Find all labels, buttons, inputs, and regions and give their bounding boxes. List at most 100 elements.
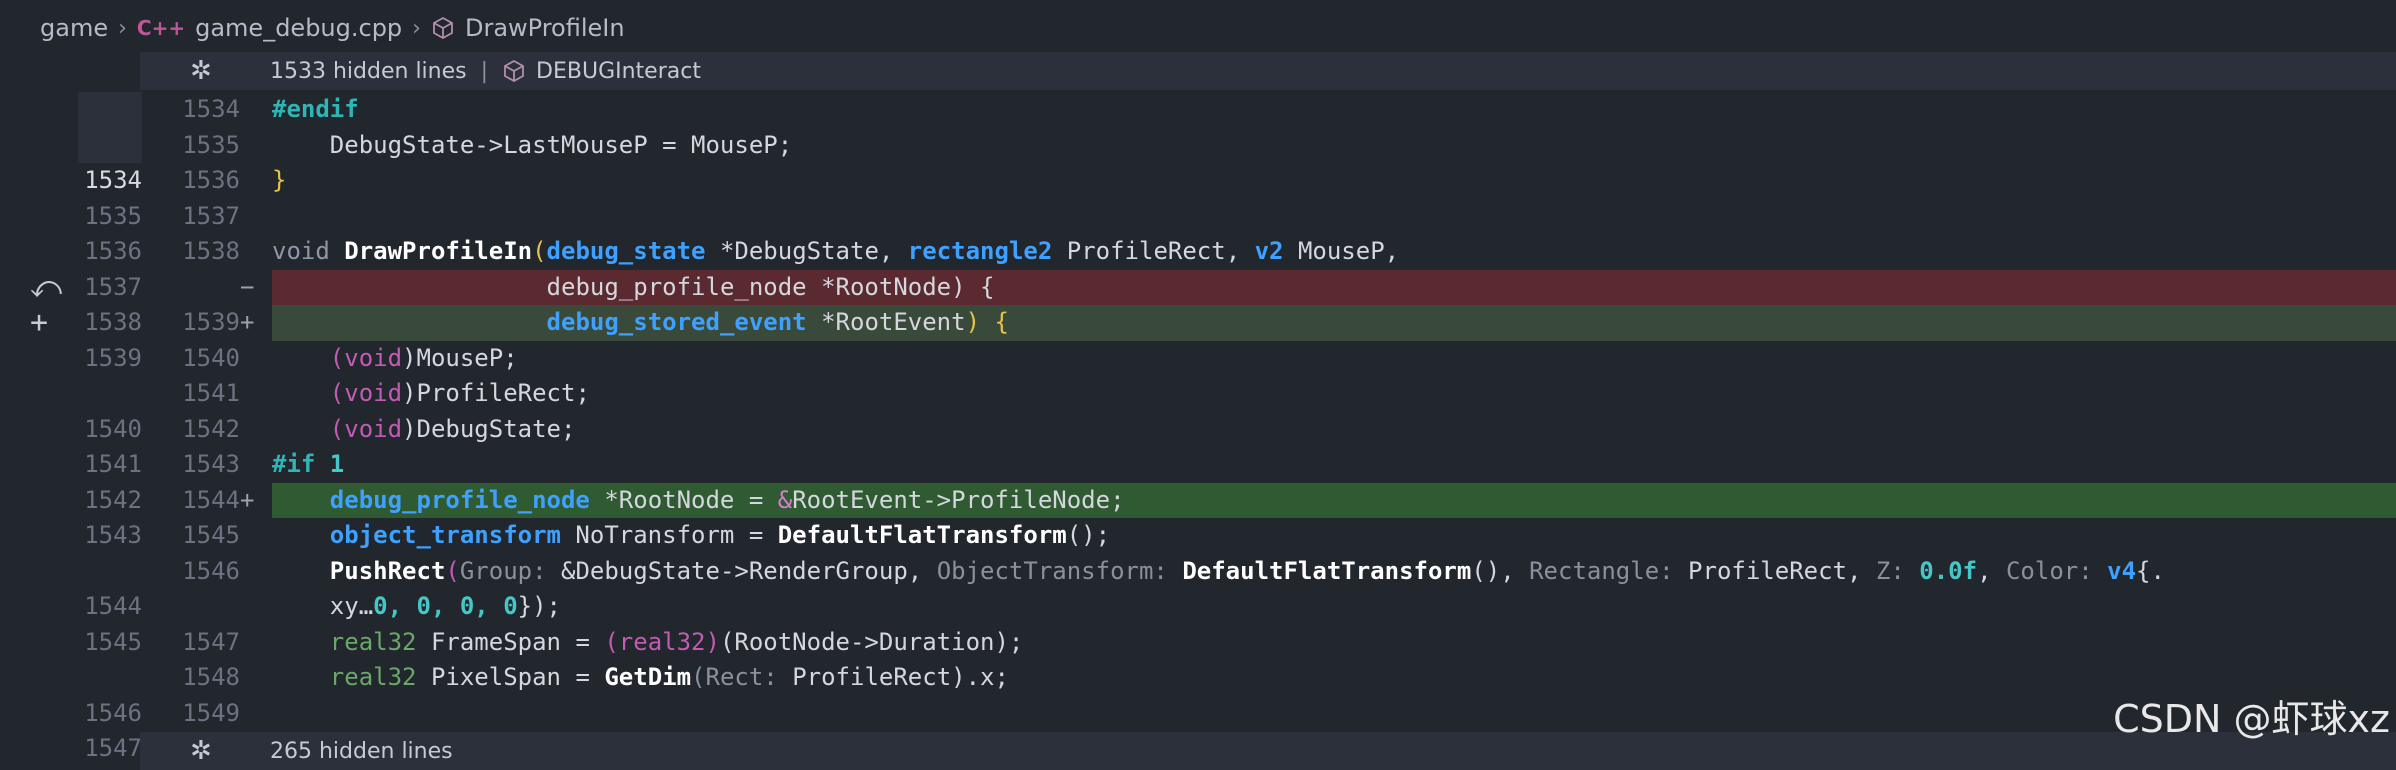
unfold-icon[interactable]: ✲ <box>190 736 212 766</box>
code-token: PushRect <box>329 556 446 585</box>
code-text: #if 1 <box>272 447 344 483</box>
new-line-number: 1549 <box>182 698 240 727</box>
line-background <box>272 589 2396 625</box>
old-line-number: 1535 <box>84 201 142 230</box>
code-line[interactable]: 1539 1540 (void)MouseP; <box>0 341 2396 377</box>
hidden-lines-count: 265 hidden lines <box>270 738 453 764</box>
watermark: CSDN @虾球xz <box>2113 697 2390 741</box>
code-line[interactable]: 1535 DebugState->LastMouseP = MouseP; <box>0 127 2396 163</box>
new-line-number: 1537 <box>182 201 240 230</box>
code-token: real32 <box>329 663 417 691</box>
code-text: xy…0, 0, 0, 0}); <box>272 589 561 625</box>
code-text: } <box>272 163 286 199</box>
old-line-number: 1546 <box>84 698 142 727</box>
new-line-number: 1548 <box>182 663 240 691</box>
new-line-number: 1545 <box>182 521 240 549</box>
line-background <box>272 199 2396 235</box>
new-line-number: 1541 <box>182 379 240 407</box>
code-token: ProfileRect).x; <box>777 663 1009 691</box>
code-token: 1 <box>329 450 345 478</box>
code-text: #endif <box>272 92 359 128</box>
code-token: { <box>980 308 1009 336</box>
code-line[interactable]: 1544 xy…0, 0, 0, 0}); <box>0 589 2396 625</box>
old-line-number: 1543 <box>84 521 142 549</box>
code-token: MouseP, <box>1283 237 1400 265</box>
code-token: } <box>272 166 287 194</box>
code-token: debug_profile_node <box>329 485 590 514</box>
method-cube-icon <box>504 59 524 83</box>
code-text: real32 PixelSpan = GetDim(Rect: ProfileR… <box>272 660 1009 696</box>
code-token: ProfileRect, <box>1052 237 1255 265</box>
line-background <box>272 92 2396 128</box>
code-line[interactable]: 1546 PushRect(Group: &DebugState->Render… <box>0 554 2396 590</box>
line-background <box>272 341 2396 377</box>
diff-marker: + <box>240 308 255 336</box>
code-token: #if <box>272 450 330 478</box>
breadcrumb-symbol[interactable]: DrawProfileIn <box>465 14 625 42</box>
code-token: (RootNode->Duration); <box>719 627 1024 656</box>
new-line-number: 1543 <box>182 450 240 478</box>
code-token: *DebugState, <box>705 237 908 265</box>
new-line-number: 1534 <box>182 95 240 123</box>
unfold-icon[interactable]: ✲ <box>190 56 212 86</box>
code-token: ( <box>445 556 460 585</box>
old-line-number: 1536 <box>84 237 142 265</box>
code-line[interactable]: 1541 1543 #if 1 <box>0 447 2396 483</box>
code-line[interactable]: 1543 1545 object_transform NoTransform = … <box>0 518 2396 554</box>
code-line[interactable]: 1534 #endif <box>0 92 2396 128</box>
code-token: #endif <box>272 95 359 123</box>
hidden-lines-count: 1533 hidden lines <box>270 58 467 84</box>
code-token: , <box>1977 556 2006 585</box>
code-text: object_transform NoTransform = DefaultFl… <box>272 518 1110 554</box>
breadcrumb-folder[interactable]: game <box>40 14 108 42</box>
new-line-number: 1542 <box>182 414 240 443</box>
code-line[interactable]: 1548 real32 PixelSpan = GetDim(Rect: Pro… <box>0 660 2396 696</box>
code-line[interactable]: 1535 1537 <box>0 199 2396 235</box>
code-text: debug_profile_node *RootNode = &RootEven… <box>272 483 1125 519</box>
code-line[interactable]: 1536 1538 void DrawProfileIn(debug_state *… <box>0 234 2396 270</box>
code-text: real32 FrameSpan = (real32)(RootNode->Du… <box>272 625 1024 661</box>
code-token: {. <box>2136 556 2165 585</box>
inlay-hint: ObjectTransform: <box>936 556 1168 585</box>
new-line-number: 1544 <box>182 485 240 514</box>
method-cube-icon <box>433 16 453 40</box>
code-line[interactable]: 1546 1549 <box>0 696 2396 732</box>
code-token: (), <box>1471 556 1530 585</box>
breadcrumb-file[interactable]: game_debug.cpp <box>195 14 402 42</box>
code-line[interactable]: 1545 1547 real32 FrameSpan = (real32)(Roo… <box>0 625 2396 661</box>
stage-change-icon[interactable]: + <box>30 305 48 340</box>
divider: | <box>480 58 489 84</box>
line-background <box>272 696 2396 732</box>
inlay-hint: Group: <box>459 556 547 585</box>
code-token: NoTransform = <box>560 521 778 549</box>
line-background <box>272 447 2396 483</box>
code-token: DefaultFlatTransform <box>1167 556 1472 585</box>
chevron-right-icon: › <box>118 15 127 41</box>
code-line[interactable]: 1538 1539 + debug_stored_event *RootEvent)… <box>0 305 2396 341</box>
code-line[interactable]: 1534 1536} <box>0 163 2396 199</box>
old-line-number: 1545 <box>84 627 142 656</box>
code-token: object_transform <box>329 521 561 549</box>
code-token: RootEvent->ProfileNode; <box>792 485 1125 514</box>
code-token: ( <box>532 237 547 265</box>
revert-change-icon[interactable]: ⤺ <box>30 270 62 305</box>
code-token: void <box>344 379 403 407</box>
new-line-number: 1535 <box>182 130 240 159</box>
code-token: ProfileRect, <box>1673 556 1876 585</box>
new-line-number: 1547 <box>182 627 240 656</box>
code-line[interactable]: 1540 1542 (void)DebugState; <box>0 412 2396 448</box>
code-token: ( <box>329 343 345 372</box>
code-line[interactable]: 1541 (void)ProfileRect; <box>0 376 2396 412</box>
code-token: DrawProfileIn <box>344 237 533 265</box>
code-text: (void)DebugState; <box>272 412 576 448</box>
chevron-right-icon: › <box>412 15 421 41</box>
code-line[interactable]: 1542 1544 + debug_profile_node *RootNode =… <box>0 482 2396 519</box>
code-line[interactable]: 1537 − debug_profile_node *RootNode) { <box>0 269 2396 305</box>
code-token: v2 <box>1254 237 1284 265</box>
hidden-lines-bar-bottom[interactable]: ✲ 265 hidden lines <box>140 732 2396 770</box>
hidden-lines-bar-top[interactable]: ✲ 1533 hidden lines | DEBUGInteract <box>140 52 2396 90</box>
code-token: ( <box>329 379 345 407</box>
code-token: void <box>344 343 403 372</box>
code-token: *RootEvent <box>806 308 966 336</box>
new-line-number: 1540 <box>182 343 240 372</box>
